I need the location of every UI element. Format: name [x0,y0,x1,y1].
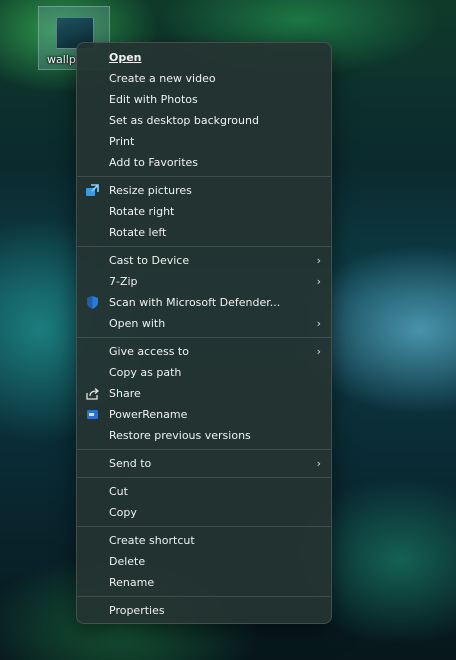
menu-item-copy[interactable]: Copy [77,502,331,523]
menu-item-properties[interactable]: Properties [77,600,331,621]
menu-separator [77,337,331,338]
menu-item-scan-defender[interactable]: Scan with Microsoft Defender... [77,292,331,313]
menu-item-cast-to-device[interactable]: Cast to Device › [77,250,331,271]
menu-item-label: Copy as path [109,366,182,379]
menu-item-label: Create a new video [109,72,216,85]
chevron-right-icon: › [316,457,321,470]
image-resizer-icon [85,183,100,198]
share-icon [85,386,100,401]
chevron-right-icon: › [316,317,321,330]
menu-item-label: Share [109,387,141,400]
menu-item-label: Cut [109,485,128,498]
menu-separator [77,176,331,177]
menu-separator [77,477,331,478]
menu-item-label: Rotate right [109,205,175,218]
menu-item-resize-pictures[interactable]: Resize pictures [77,180,331,201]
menu-separator [77,246,331,247]
powerrename-icon [85,407,100,422]
menu-item-label: Resize pictures [109,184,192,197]
menu-item-open[interactable]: Open [77,47,331,68]
menu-item-label: Rename [109,576,155,589]
menu-item-label: Scan with Microsoft Defender... [109,296,281,309]
menu-item-label: Open with [109,317,166,330]
menu-item-create-video[interactable]: Create a new video [77,68,331,89]
menu-separator [77,596,331,597]
menu-item-rename[interactable]: Rename [77,572,331,593]
menu-separator [77,449,331,450]
menu-item-label: Print [109,135,135,148]
menu-item-powerrename[interactable]: PowerRename [77,404,331,425]
menu-item-rotate-left[interactable]: Rotate left [77,222,331,243]
menu-item-label: Send to [109,457,152,470]
menu-item-label: Open [109,51,142,64]
menu-item-label: Set as desktop background [109,114,259,127]
menu-item-copy-as-path[interactable]: Copy as path [77,362,331,383]
menu-item-label: Delete [109,555,146,568]
menu-item-set-desktop-background[interactable]: Set as desktop background [77,110,331,131]
chevron-right-icon: › [316,275,321,288]
menu-item-label: Give access to [109,345,189,358]
menu-item-label: Create shortcut [109,534,195,547]
menu-item-share[interactable]: Share [77,383,331,404]
defender-shield-icon [85,295,100,310]
menu-item-label: Add to Favorites [109,156,199,169]
menu-item-label: PowerRename [109,408,188,421]
menu-item-label: Restore previous versions [109,429,251,442]
menu-item-cut[interactable]: Cut [77,481,331,502]
menu-item-add-to-favorites[interactable]: Add to Favorites [77,152,331,173]
menu-item-open-with[interactable]: Open with › [77,313,331,334]
menu-item-give-access-to[interactable]: Give access to › [77,341,331,362]
context-menu: Open Create a new video Edit with Photos… [76,42,332,624]
chevron-right-icon: › [316,345,321,358]
menu-item-label: Properties [109,604,165,617]
menu-item-create-shortcut[interactable]: Create shortcut [77,530,331,551]
menu-item-delete[interactable]: Delete [77,551,331,572]
menu-item-edit-with-photos[interactable]: Edit with Photos [77,89,331,110]
menu-item-label: Edit with Photos [109,93,198,106]
menu-item-7zip[interactable]: 7-Zip › [77,271,331,292]
menu-item-label: Copy [109,506,137,519]
menu-item-label: Rotate left [109,226,167,239]
menu-item-rotate-right[interactable]: Rotate right [77,201,331,222]
menu-separator [77,526,331,527]
menu-item-restore-previous-versions[interactable]: Restore previous versions [77,425,331,446]
menu-item-print[interactable]: Print [77,131,331,152]
menu-item-label: Cast to Device [109,254,190,267]
menu-item-label: 7-Zip [109,275,138,288]
menu-item-send-to[interactable]: Send to › [77,453,331,474]
chevron-right-icon: › [316,254,321,267]
